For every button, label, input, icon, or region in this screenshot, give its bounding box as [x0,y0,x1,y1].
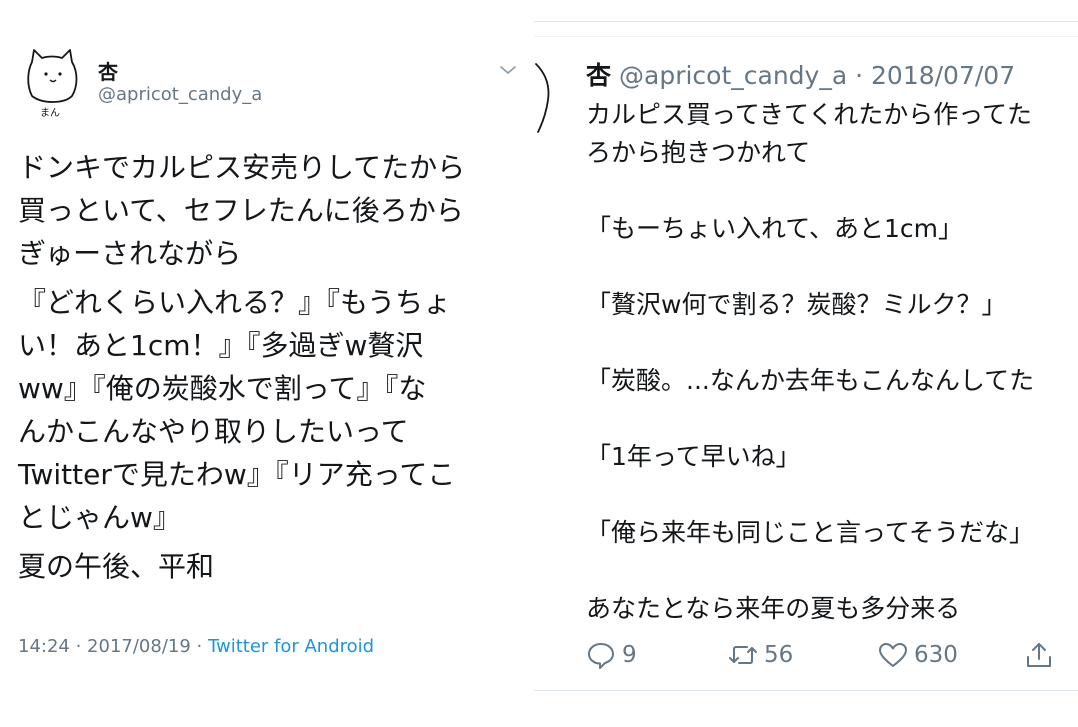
user-handle[interactable]: @apricot_candy_a [619,61,847,90]
retweet-icon [729,646,757,664]
user-handle[interactable]: @apricot_candy_a [98,84,262,105]
left-tweet: まん 杏 @apricot_candy_a ドンキでカルピス安売りしてたから 買… [0,0,530,727]
tweet-text: ドンキでカルピス安売りしてたから 買っといて、セフレたんに後ろから ぎゅーされな… [18,146,518,594]
reply-button[interactable]: 9 [586,638,637,672]
user-name[interactable]: 杏 [586,61,611,90]
chevron-down-icon[interactable] [499,64,517,76]
avatar[interactable] [534,62,560,136]
tweet-line: 「炭酸。...なんか去年もこんなんしてた [586,366,1035,395]
meta-separator: · [190,636,208,657]
tweet-line: 「贅沢w何で割る？炭酸？ミルク？」 [586,290,1007,319]
tweet-line: 「俺ら来年も同じこと言ってそうだな」 [586,518,1035,547]
tweet-line: カルピス買ってきてくれたから作ってた [586,100,1033,129]
meta-separator: · [69,636,88,657]
tweet-paragraph: 『どれくらい入れる？』『もうちょ い！あと1cm！』『多過ぎw贅沢 ww』『俺の… [18,286,456,534]
share-button[interactable] [1024,638,1060,672]
avatar-label: まん [40,108,60,119]
user-name[interactable]: 杏 [98,56,118,85]
tweet-header: 杏 @apricot_candy_a · 2018/07/07 [586,56,1015,92]
reply-count: 9 [622,642,637,668]
tweet-line: 「1年って早いね」 [586,442,801,471]
tweet-line: ろから抱きつかれて [586,138,811,167]
reply-icon [588,643,614,669]
avatar[interactable]: まん [22,44,84,120]
tweet-time[interactable]: 14:24 [18,636,70,657]
tweet-date[interactable]: 2017/08/19 [87,636,191,657]
like-count: 630 [914,642,958,668]
like-button[interactable]: 630 [878,638,958,672]
retweet-button[interactable]: 56 [728,638,793,672]
share-icon [1027,643,1051,667]
divider [534,36,1078,37]
tweet-source[interactable]: Twitter for Android [208,636,374,657]
tweet-text: カルピス買ってきてくれたから作ってた ろから抱きつかれて 「もーちょい入れて、あ… [586,96,1078,628]
heart-icon [879,643,907,667]
tweet-date[interactable]: 2018/07/07 [871,61,1015,90]
tweet-paragraph: 夏の午後、平和 [18,550,215,583]
tweet-paragraph: ドンキでカルピス安売りしてたから 買っといて、セフレたんに後ろから ぎゅーされな… [18,151,466,270]
divider [534,21,1078,22]
tweet-line: 「もーちょい入れて、あと1cm」 [586,214,964,243]
retweet-count: 56 [764,642,794,668]
divider [534,690,1078,691]
meta-separator: · [847,61,872,90]
tweet-line: あなたとなら来年の夏も多分来る [586,594,961,623]
tweet-meta: 14:24 · 2017/08/19 · Twitter for Android [18,636,374,657]
